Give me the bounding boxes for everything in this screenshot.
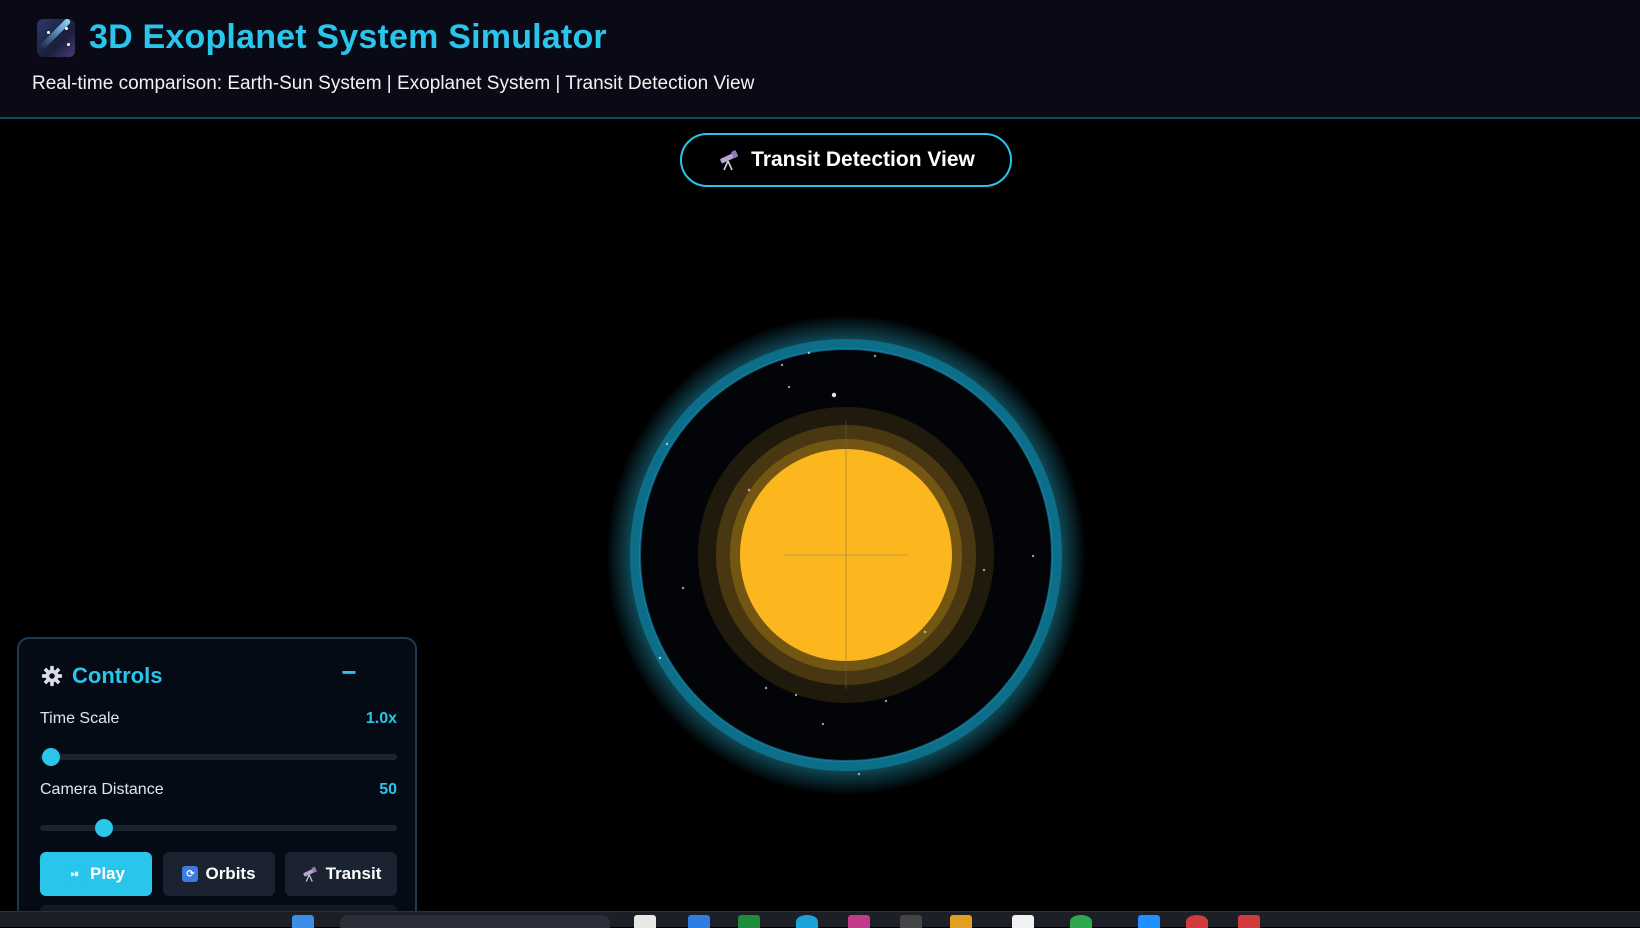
orbits-button[interactable]: ⟳ Orbits bbox=[163, 852, 275, 896]
taskbar-app-icon[interactable] bbox=[1138, 915, 1160, 928]
taskbar-app-icon[interactable] bbox=[738, 915, 760, 928]
play-button-label: Play bbox=[90, 864, 125, 883]
refresh-icon: ⟳ bbox=[182, 866, 199, 882]
page-title: 3D Exoplanet System Simulator bbox=[89, 18, 607, 56]
comet-icon bbox=[37, 18, 75, 57]
taskbar-app-icon[interactable] bbox=[950, 915, 972, 928]
camera-distance-value: 50 bbox=[379, 781, 397, 798]
camera-distance-slider[interactable] bbox=[40, 819, 397, 837]
camera-distance-slider-thumb[interactable] bbox=[95, 819, 114, 837]
time-scale-value: 1.0x bbox=[365, 710, 397, 727]
collapse-controls-button[interactable]: − bbox=[337, 659, 361, 685]
taskbar-app-icon[interactable] bbox=[848, 915, 870, 928]
taskbar-app-icon[interactable] bbox=[1012, 915, 1034, 928]
os-taskbar bbox=[0, 911, 1640, 928]
time-scale-slider[interactable] bbox=[40, 748, 397, 766]
time-scale-row: Time Scale 1.0x bbox=[40, 710, 397, 728]
play-button[interactable]: ⏯ Play bbox=[40, 852, 152, 896]
taskbar-search[interactable] bbox=[340, 915, 610, 928]
orbits-button-label: Orbits bbox=[205, 864, 256, 883]
time-scale-slider-thumb[interactable] bbox=[41, 748, 60, 766]
play-pause-icon: ⏯ bbox=[67, 866, 83, 882]
time-scale-label: Time Scale bbox=[40, 710, 120, 727]
gear-icon bbox=[41, 665, 63, 687]
taskbar-app-icon[interactable] bbox=[1238, 915, 1260, 928]
transit-button-label: Transit bbox=[325, 864, 382, 883]
transit-button[interactable]: Transit bbox=[285, 852, 397, 896]
controls-title: Controls bbox=[72, 663, 163, 688]
title-row: 3D Exoplanet System Simulator bbox=[37, 18, 607, 57]
taskbar-app-icon[interactable] bbox=[796, 915, 818, 928]
taskbar-app-icon[interactable] bbox=[634, 915, 656, 928]
controls-panel: Controls − Time Scale 1.0x Camera Distan… bbox=[17, 637, 417, 927]
taskbar-app-icon[interactable] bbox=[1070, 915, 1092, 928]
camera-distance-row: Camera Distance 50 bbox=[40, 781, 397, 799]
page-subtitle: Real-time comparison: Earth-Sun System |… bbox=[32, 73, 755, 94]
taskbar-app-icon[interactable] bbox=[900, 915, 922, 928]
taskbar-app-icon[interactable] bbox=[688, 915, 710, 928]
start-icon[interactable] bbox=[292, 915, 314, 928]
camera-distance-label: Camera Distance bbox=[40, 781, 164, 798]
app-header: 3D Exoplanet System Simulator Real-time … bbox=[0, 0, 1640, 119]
controls-header: Controls bbox=[41, 663, 162, 689]
telescope-icon bbox=[302, 866, 317, 882]
star bbox=[698, 407, 994, 703]
taskbar-app-icon[interactable] bbox=[1186, 915, 1208, 928]
